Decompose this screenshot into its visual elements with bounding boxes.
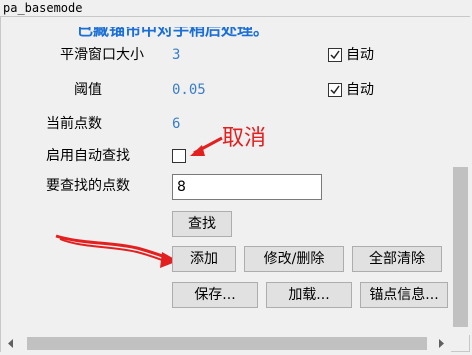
clear-all-button[interactable]: 全部清除 <box>352 246 442 272</box>
threshold-auto-label: 自动 <box>346 82 374 98</box>
points-to-find-label: 要查找的点数 <box>46 178 130 194</box>
checkmark-icon <box>330 50 340 60</box>
horizontal-scroll-thumb[interactable] <box>27 337 427 350</box>
window-title: pa_basemode <box>3 1 83 15</box>
current-points-label: 当前点数 <box>46 116 102 132</box>
points-to-find-input[interactable]: 8 <box>172 174 322 200</box>
scroll-left-arrow-icon[interactable] <box>7 339 15 348</box>
smooth-window-auto-label: 自动 <box>346 47 374 63</box>
annotation-curved-arrow-icon <box>55 234 178 268</box>
smooth-window-auto-checkbox[interactable] <box>328 48 342 62</box>
notice-text: 已藏锚帘中对手稍后处理。 <box>77 27 270 39</box>
threshold-value: 0.05 <box>172 82 206 98</box>
scroll-right-arrow-icon[interactable] <box>437 339 445 348</box>
vertical-scroll-thumb[interactable] <box>453 167 468 327</box>
enable-auto-search-checkbox[interactable] <box>172 149 186 163</box>
save-button[interactable]: 保存... <box>172 282 258 308</box>
threshold-auto-checkbox[interactable] <box>328 83 342 97</box>
horizontal-scrollbar[interactable] <box>1 335 451 352</box>
enable-auto-search-label: 启用自动查找 <box>46 148 130 164</box>
threshold-label: 阈值 <box>74 82 102 98</box>
annotation-arrow-icon <box>190 136 223 156</box>
load-button[interactable]: 加载... <box>266 282 352 308</box>
add-button[interactable]: 添加 <box>172 246 236 272</box>
checkmark-icon <box>330 85 340 95</box>
smooth-window-label: 平滑窗口大小 <box>60 47 144 63</box>
anchor-info-button[interactable]: 锚点信息... <box>360 282 448 308</box>
annotation-cancel-text: 取消 <box>222 126 267 151</box>
current-points-value: 6 <box>172 116 181 132</box>
smooth-window-value: 3 <box>172 47 181 63</box>
search-button[interactable]: 查找 <box>172 211 232 237</box>
edit-delete-button[interactable]: 修改/删除 <box>244 246 344 272</box>
vertical-scrollbar[interactable] <box>451 17 470 335</box>
